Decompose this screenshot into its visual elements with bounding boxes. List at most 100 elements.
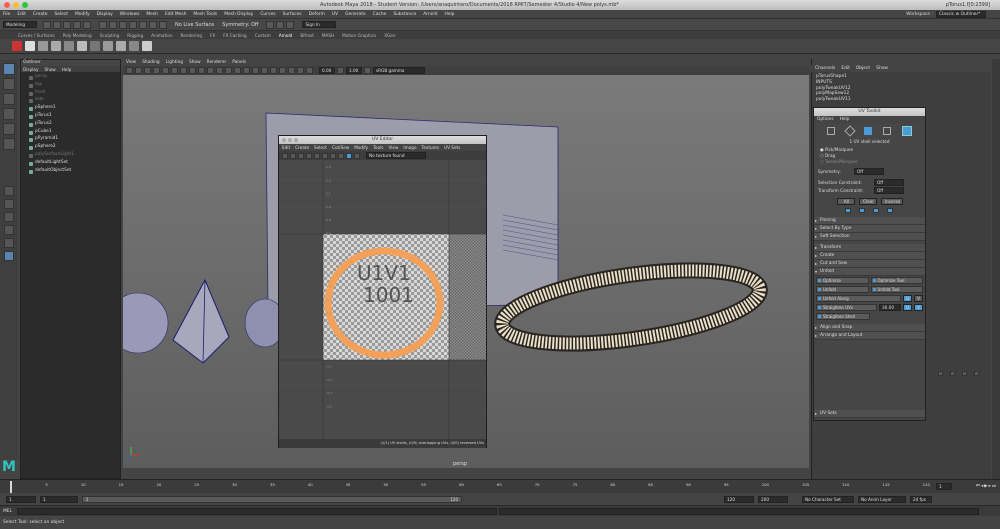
anim-layer-select[interactable]: No Anim Layer [858, 496, 906, 503]
uv-texture-select[interactable]: No texture found [366, 152, 426, 159]
anim-start-field[interactable]: 1 [6, 496, 36, 503]
uvtk-unfold-u-button[interactable]: U [903, 295, 912, 302]
menu-substance[interactable]: Substance [393, 12, 416, 17]
uvtk-section-unfold[interactable]: Unfold [814, 268, 925, 276]
outliner-item[interactable]: pTorus2 [21, 121, 120, 129]
uv-snap-icon[interactable] [290, 152, 296, 159]
save-scene-icon[interactable] [63, 20, 71, 29]
step-back-icon[interactable]: ◂ [981, 484, 983, 489]
gamma-icon[interactable] [337, 67, 344, 74]
paint-select-tool-icon[interactable] [3, 93, 15, 105]
menu-mesh-tools[interactable]: Mesh Tools [193, 12, 217, 17]
play-icon[interactable]: ▶ [984, 484, 987, 489]
uvtk-section-align-and-snap[interactable]: Align and Snap [814, 324, 925, 332]
image-plane-icon[interactable] [153, 67, 160, 74]
close-window-button[interactable] [4, 2, 10, 8]
uv-menu-uv-sets[interactable]: UV Sets [444, 145, 460, 150]
uv-menu-textures[interactable]: Textures [422, 145, 440, 150]
camera-icon[interactable] [126, 67, 133, 74]
shelf-tab-rigging[interactable]: Rigging [127, 33, 143, 38]
shelf-tab-curves-surfaces[interactable]: Curves / Surfaces [18, 33, 55, 38]
vp-menu-view[interactable]: View [126, 60, 136, 65]
rotate-tool-icon[interactable] [3, 123, 15, 135]
light-portal-icon[interactable] [129, 41, 139, 51]
time-slider-playhead[interactable] [10, 481, 12, 493]
cb-menu-show[interactable]: Show [876, 66, 888, 71]
uv-checker-icon[interactable] [314, 152, 320, 159]
shelf-tab-arnold[interactable]: Arnold [279, 33, 293, 38]
render-icon[interactable] [266, 20, 275, 29]
uvtk-unfold-along-button[interactable]: Unfold Along [816, 295, 901, 302]
grid-icon[interactable] [162, 67, 169, 74]
uvtk-optimize-tool-button[interactable]: Optimize Tool [870, 277, 923, 284]
uv-mode-icon[interactable] [827, 127, 836, 135]
face-mode-icon[interactable] [844, 125, 856, 137]
uvtk-section-soft-selection[interactable]: Soft Selection [814, 233, 925, 241]
layer-add-icon[interactable] [950, 371, 955, 376]
menu-arnold[interactable]: Arnold [423, 12, 437, 17]
uvtk-section-select-by-type[interactable]: Select By Type [814, 225, 925, 233]
vp-menu-panels[interactable]: Panels [232, 60, 246, 65]
gamma-field[interactable]: 1.00 [346, 67, 362, 74]
shelf-tab-poly-modeling[interactable]: Poly Modeling [63, 33, 92, 38]
uvtk-straighten-angle-field[interactable]: 30.00 [879, 304, 901, 311]
character-set-select[interactable]: No Character Set [802, 496, 854, 503]
uvtk-symmetry-select[interactable]: Off [854, 167, 884, 175]
outliner-item[interactable]: defaultLightSet [21, 160, 120, 168]
uvtk-section-arrange-and-layout[interactable]: Arrange and Layout [814, 332, 925, 340]
snap-point-icon[interactable] [149, 20, 157, 29]
uv-layout-icon[interactable] [4, 251, 14, 261]
color-management-icon[interactable] [306, 67, 313, 74]
ipr-render-icon[interactable] [276, 20, 285, 29]
uv-editor-title-bar[interactable]: UV Editor [279, 136, 486, 144]
shelf-tab-sculpting[interactable]: Sculpting [100, 33, 120, 38]
uv-shell-select-icon[interactable] [901, 126, 912, 136]
vp-menu-renderer[interactable]: Renderer [207, 60, 227, 65]
menu-uv[interactable]: UV [332, 12, 338, 17]
scale-tool-icon[interactable] [3, 138, 15, 150]
uv-menu-edit[interactable]: Edit [282, 145, 290, 150]
outliner-item[interactable]: defaultObjectSet [21, 168, 120, 176]
xray-components-icon[interactable] [297, 67, 304, 74]
layer-down-icon[interactable] [974, 371, 979, 376]
lock-camera-icon[interactable] [135, 67, 142, 74]
vp-menu-show[interactable]: Show [189, 60, 201, 65]
shelf-tab-mash[interactable]: MASH [322, 33, 334, 38]
shelf-tab-xgen[interactable]: XGen [384, 33, 395, 38]
uvtk-straighten-uvs-button[interactable]: Straighten UVs [816, 304, 877, 311]
photometric-light-icon[interactable] [64, 41, 74, 51]
go-to-end-icon[interactable]: ⏭ [992, 483, 996, 489]
shelf-tab-motion-graphics[interactable]: Motion Graphics [342, 33, 376, 38]
area-light-icon[interactable] [38, 41, 48, 51]
shelf-tab-fx[interactable]: FX [210, 33, 215, 38]
uvtk-menu-help[interactable]: Help [840, 117, 850, 122]
outliner-item[interactable]: polySurfaceLight1 [21, 152, 120, 160]
menu-mesh-display[interactable]: Mesh Display [224, 12, 253, 17]
render-settings-icon[interactable] [286, 20, 295, 29]
range-bar[interactable]: 1 120 [82, 496, 462, 503]
uv-menu-image[interactable]: Image [403, 145, 416, 150]
outliner-item[interactable]: pPyramid1 [21, 136, 120, 144]
outliner-item[interactable]: pTorus1 [21, 113, 120, 121]
uvtk-section-create[interactable]: Create [814, 252, 925, 260]
uvtk-selconstraint-select[interactable]: Off [874, 178, 904, 186]
lights-icon[interactable] [225, 67, 232, 74]
step-forward-icon[interactable]: ▸ [989, 484, 991, 489]
uvtk-select-inverse-button[interactable]: Inverse [880, 197, 903, 205]
snap-view-plane-icon[interactable] [159, 20, 167, 29]
wireframe-on-shaded-icon[interactable] [207, 67, 214, 74]
smooth-shade-icon[interactable] [198, 67, 205, 74]
uv-menu-modify[interactable]: Modify [354, 145, 368, 150]
shelf-tab-animation[interactable]: Animation [151, 33, 172, 38]
wireframe-icon[interactable] [189, 67, 196, 74]
uv-grid-area[interactable]: U1V1 1001 1.3 1.2 1.1 1.0 0.9 0.8 0.7 0.6 0.5 0.4… [279, 160, 486, 439]
undo-icon[interactable] [73, 20, 81, 29]
uvtk-select-all-button[interactable]: All [836, 197, 855, 205]
shell-mode-icon[interactable] [864, 127, 873, 135]
cb-menu-object[interactable]: Object [856, 66, 870, 71]
time-slider[interactable]: 1510152025303540455055606570758085909510… [0, 479, 1000, 493]
uv-image-icon[interactable] [322, 152, 328, 159]
menu-help[interactable]: Help [445, 12, 455, 17]
shelf-tab-bifrost[interactable]: Bifrost [300, 33, 314, 38]
uvtk-section-cut-and-sew[interactable]: Cut and Sew [814, 260, 925, 268]
